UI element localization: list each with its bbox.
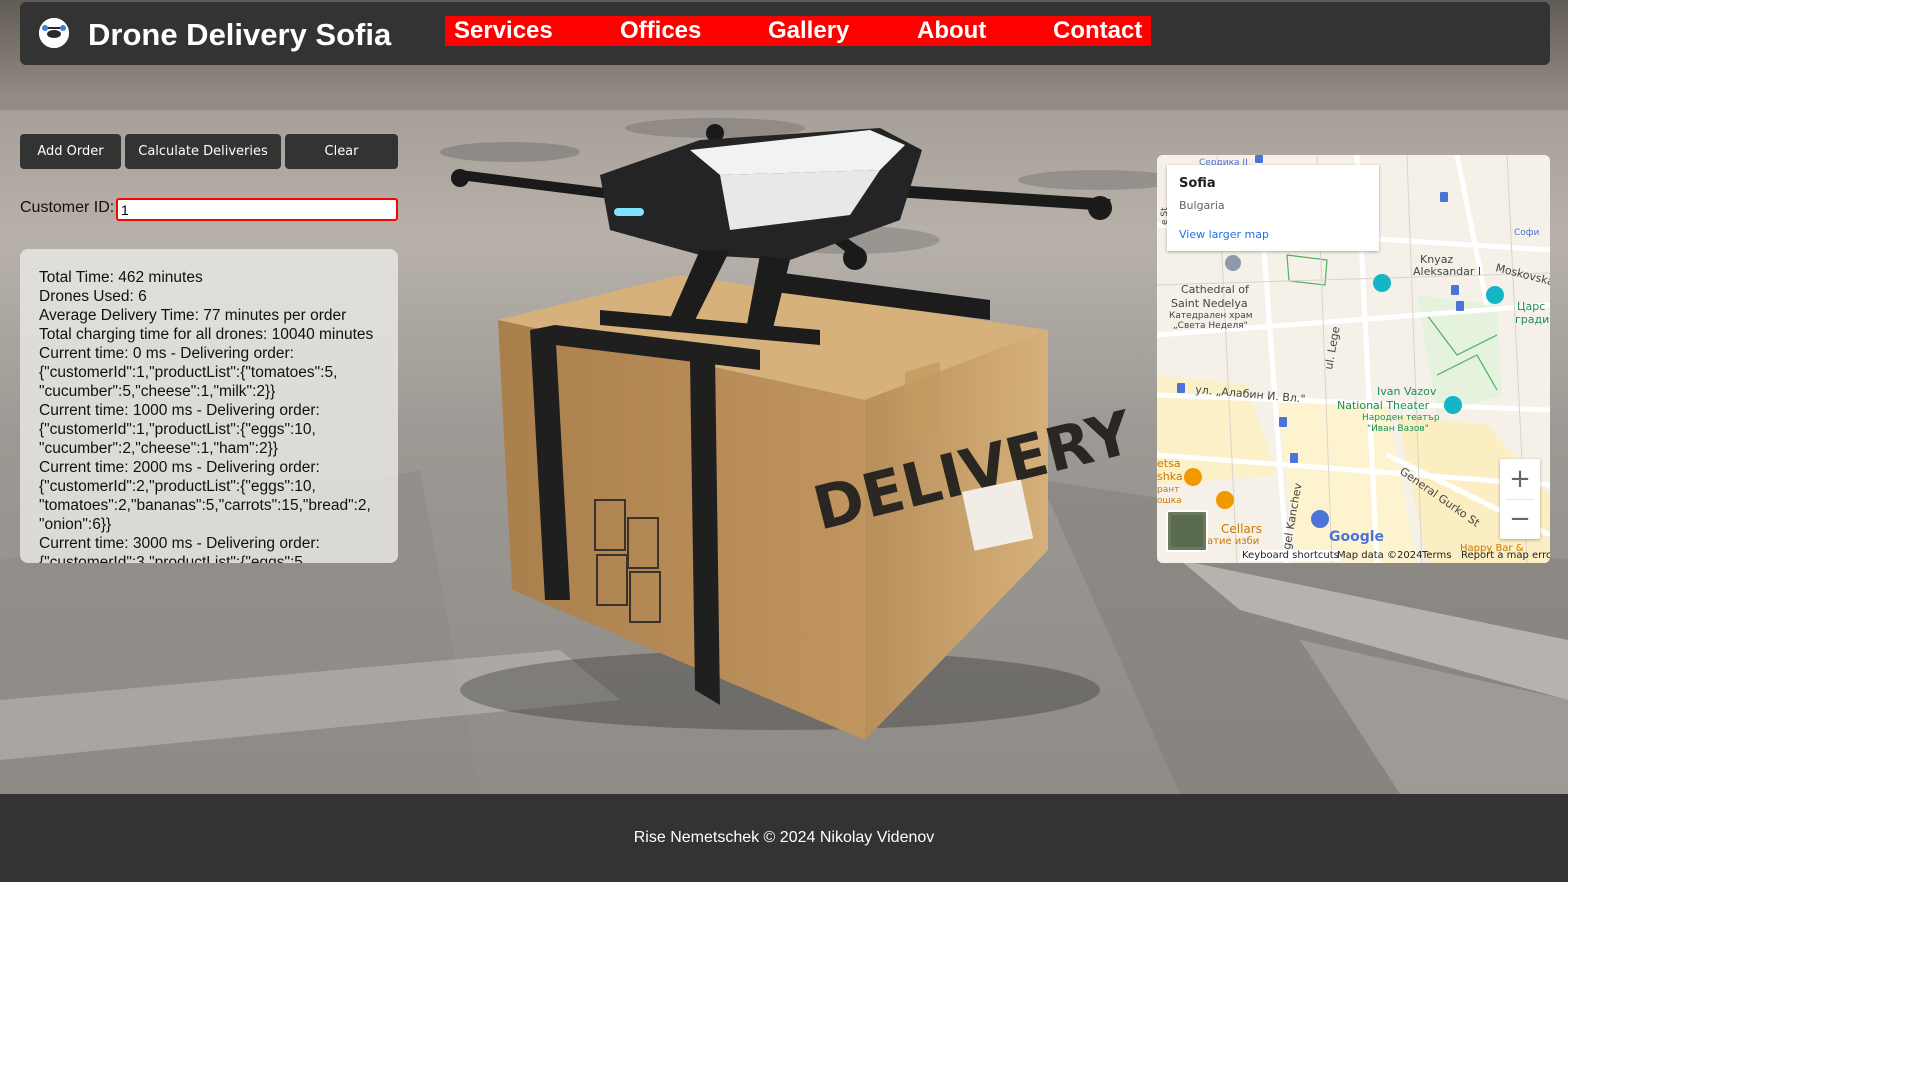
google-logo: Google: [1329, 529, 1384, 545]
zoom-out-button[interactable]: −: [1500, 499, 1540, 539]
view-larger-map-link[interactable]: View larger map: [1179, 228, 1269, 241]
nav-contact[interactable]: Contact: [1053, 16, 1142, 46]
map-data-attribution: Map data ©2024: [1337, 550, 1423, 561]
result-average-time: Average Delivery Time: 77 minutes per or…: [39, 307, 347, 324]
calculate-deliveries-button[interactable]: Calculate Deliveries: [125, 134, 281, 169]
nav-services[interactable]: Services: [454, 16, 553, 46]
main-nav: Services Offices Gallery About Contact: [445, 16, 1151, 46]
result-log-entry: Current time: 1000 ms - Delivering order…: [39, 402, 320, 457]
page: DELIVERY Drone Delivery Sofia Services O…: [0, 0, 1568, 882]
customer-id-label: Customer ID:: [20, 199, 115, 216]
map-label-tsars-2: гради: [1515, 313, 1549, 326]
report-map-error-link[interactable]: Report a map error: [1461, 550, 1550, 561]
result-total-time: Total Time: 462 minutes: [39, 269, 203, 286]
map-label-rant: рант: [1157, 485, 1179, 495]
map-label-sofi: Софи: [1514, 228, 1539, 238]
map-label-knyaz-2: Aleksandar I: [1413, 265, 1481, 278]
map-label-ivan-2: National Theater: [1337, 399, 1430, 412]
map-label-cathedral: Cathedral of: [1181, 283, 1250, 296]
map-label-ivan-bg: Народен театър: [1362, 413, 1440, 423]
map-label-tsars: Царс: [1517, 300, 1545, 313]
result-log-entry: Current time: 3000 ms - Delivering order…: [39, 535, 320, 563]
clear-button[interactable]: Clear: [285, 134, 398, 169]
result-charging-time: Total charging time for all drones: 1004…: [39, 326, 374, 343]
site-header: Drone Delivery Sofia Services Offices Ga…: [20, 2, 1550, 65]
map-info-card: Sofia Bulgaria View larger map: [1167, 165, 1379, 251]
nav-offices[interactable]: Offices: [620, 16, 701, 46]
footer-copyright: Rise Nemetschek © 2024 Nikolay Videnov: [633, 829, 935, 846]
map-label-ivan: Ivan Vazov: [1377, 385, 1437, 398]
result-log-entry: Current time: 2000 ms - Delivering order…: [39, 459, 371, 533]
site-footer: Rise Nemetschek © 2024 Nikolay Videnov: [0, 794, 1568, 882]
customer-id-input[interactable]: [116, 198, 398, 221]
add-order-button[interactable]: Add Order: [20, 134, 121, 169]
nav-about[interactable]: About: [917, 16, 986, 46]
map-zoom-controls: + −: [1500, 459, 1540, 539]
terms-link[interactable]: Terms: [1422, 550, 1451, 561]
keyboard-shortcuts-link[interactable]: Keyboard shortcuts: [1240, 550, 1341, 561]
map-label-cathedral-2: Saint Nedelya: [1171, 297, 1248, 310]
nav-gallery[interactable]: Gallery: [768, 16, 849, 46]
map-label-ivan-bg-2: "Иван Вазов": [1367, 424, 1429, 434]
drone-logo-icon[interactable]: [39, 18, 69, 48]
results-panel[interactable]: Total Time: 462 minutes Drones Used: 6 A…: [20, 249, 398, 563]
map-label-cellars: Cellars: [1221, 522, 1262, 536]
map-label-oshka: ошка: [1157, 496, 1182, 506]
zoom-in-button[interactable]: +: [1500, 459, 1540, 499]
map-place-name: Sofia: [1179, 176, 1216, 191]
map-label-cathedral-bg-2: „Света Неделя": [1173, 321, 1248, 331]
result-drones-used: Drones Used: 6: [39, 288, 147, 305]
map-label-cathedral-bg: Катедрален храм: [1169, 311, 1253, 321]
map-country: Bulgaria: [1179, 199, 1225, 212]
map-embed[interactable]: Cathedral of Saint Nedelya Катедрален хр…: [1157, 155, 1550, 563]
result-log-entry: Current time: 0 ms - Delivering order: {…: [39, 345, 338, 400]
map-label-etsa: etsa: [1157, 457, 1181, 470]
site-title: Drone Delivery Sofia: [88, 17, 392, 52]
map-label-shka: shka: [1157, 470, 1183, 483]
map-label-cellars-bg: атие изби: [1207, 536, 1259, 547]
